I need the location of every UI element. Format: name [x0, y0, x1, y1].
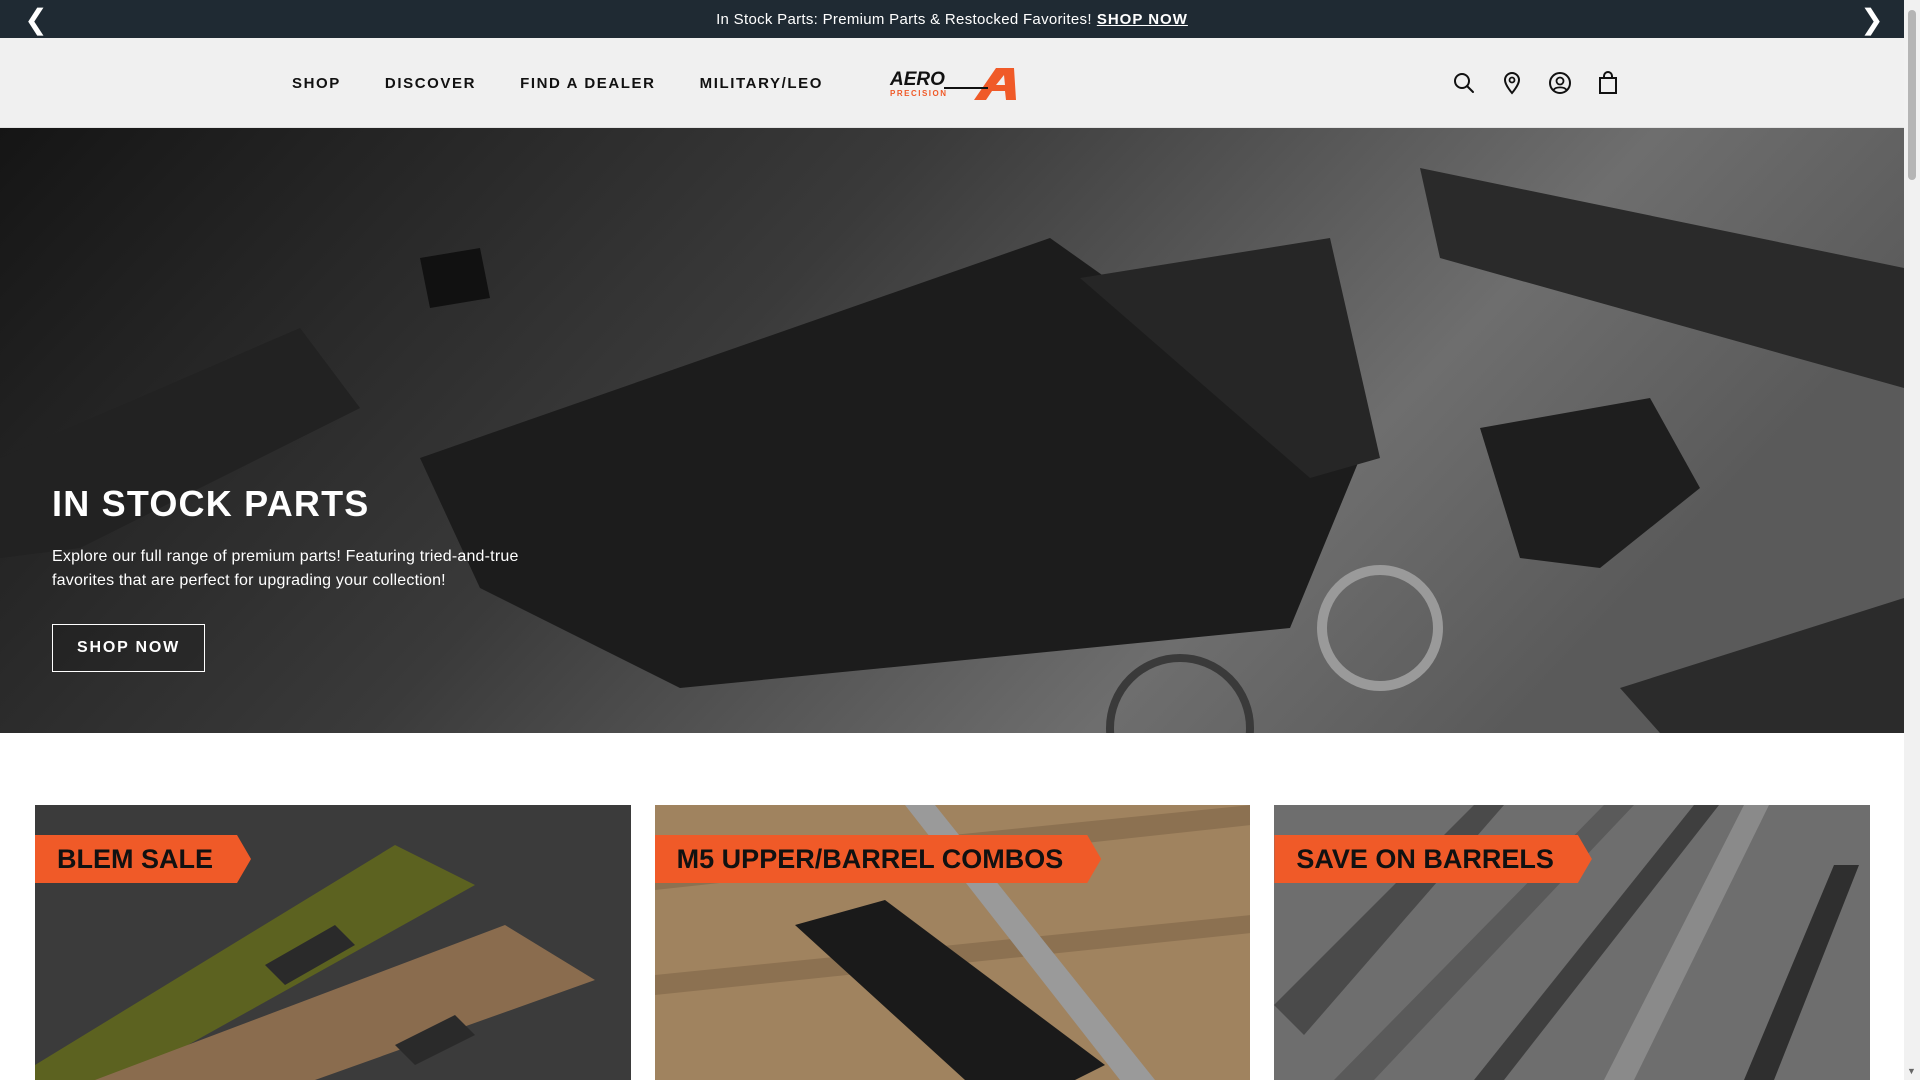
promo-cards: BLEM SALE M5 UPPER/BARREL COMBOS SAVE ON… — [35, 805, 1871, 1080]
main-nav: SHOP DISCOVER FIND A DEALER MILITARY/LEO — [292, 38, 823, 128]
account-icon[interactable] — [1546, 69, 1574, 97]
hero-banner: IN STOCK PARTS Explore our full range of… — [0, 128, 1904, 733]
chevron-left-icon[interactable]: ❮ — [16, 0, 56, 38]
hero-description: Explore our full range of premium parts!… — [52, 548, 519, 589]
site-header: SHOP DISCOVER FIND A DEALER MILITARY/LEO… — [0, 38, 1904, 128]
promo-card-blem-sale[interactable]: BLEM SALE — [35, 805, 631, 1080]
announcement-bar: ❮ In Stock Parts: Premium Parts & Restoc… — [0, 0, 1904, 38]
hero-shop-now-button[interactable]: SHOP NOW — [52, 624, 206, 672]
search-icon[interactable] — [1450, 69, 1478, 97]
card-label: SAVE ON BARRELS — [1274, 835, 1592, 883]
aero-precision-logo[interactable]: AERO PRECISION — [888, 66, 1018, 102]
svg-text:AERO: AERO — [889, 69, 945, 90]
promo-card-save-on-barrels[interactable]: SAVE ON BARRELS — [1274, 805, 1871, 1080]
nav-item-find-a-dealer[interactable]: FIND A DEALER — [520, 75, 656, 92]
scrollbar-thumb[interactable] — [1908, 10, 1916, 180]
hero-content: IN STOCK PARTS Explore our full range of… — [52, 483, 572, 672]
scroll-down-arrow-icon[interactable]: ▼ — [1907, 1066, 1916, 1076]
shopping-bag-icon[interactable] — [1594, 69, 1622, 97]
announcement-shop-now-link[interactable]: SHOP NOW — [1097, 11, 1188, 28]
nav-item-discover[interactable]: DISCOVER — [385, 75, 476, 92]
chevron-right-icon[interactable]: ❯ — [1852, 0, 1892, 38]
promo-card-m5-upper-barrel-combos[interactable]: M5 UPPER/BARREL COMBOS — [654, 805, 1251, 1080]
nav-item-military-leo[interactable]: MILITARY/LEO — [700, 75, 823, 92]
announcement-text: In Stock Parts: Premium Parts & Restocke… — [716, 10, 1092, 28]
hero-title: IN STOCK PARTS — [52, 483, 370, 524]
svg-text:PRECISION: PRECISION — [890, 89, 948, 98]
header-icons — [1450, 38, 1622, 128]
location-pin-icon[interactable] — [1498, 69, 1526, 97]
card-label: M5 UPPER/BARREL COMBOS — [655, 835, 1102, 883]
nav-item-shop[interactable]: SHOP — [292, 75, 341, 92]
page-scrollbar[interactable]: ▼ — [1904, 0, 1920, 1080]
card-label: BLEM SALE — [35, 835, 251, 883]
